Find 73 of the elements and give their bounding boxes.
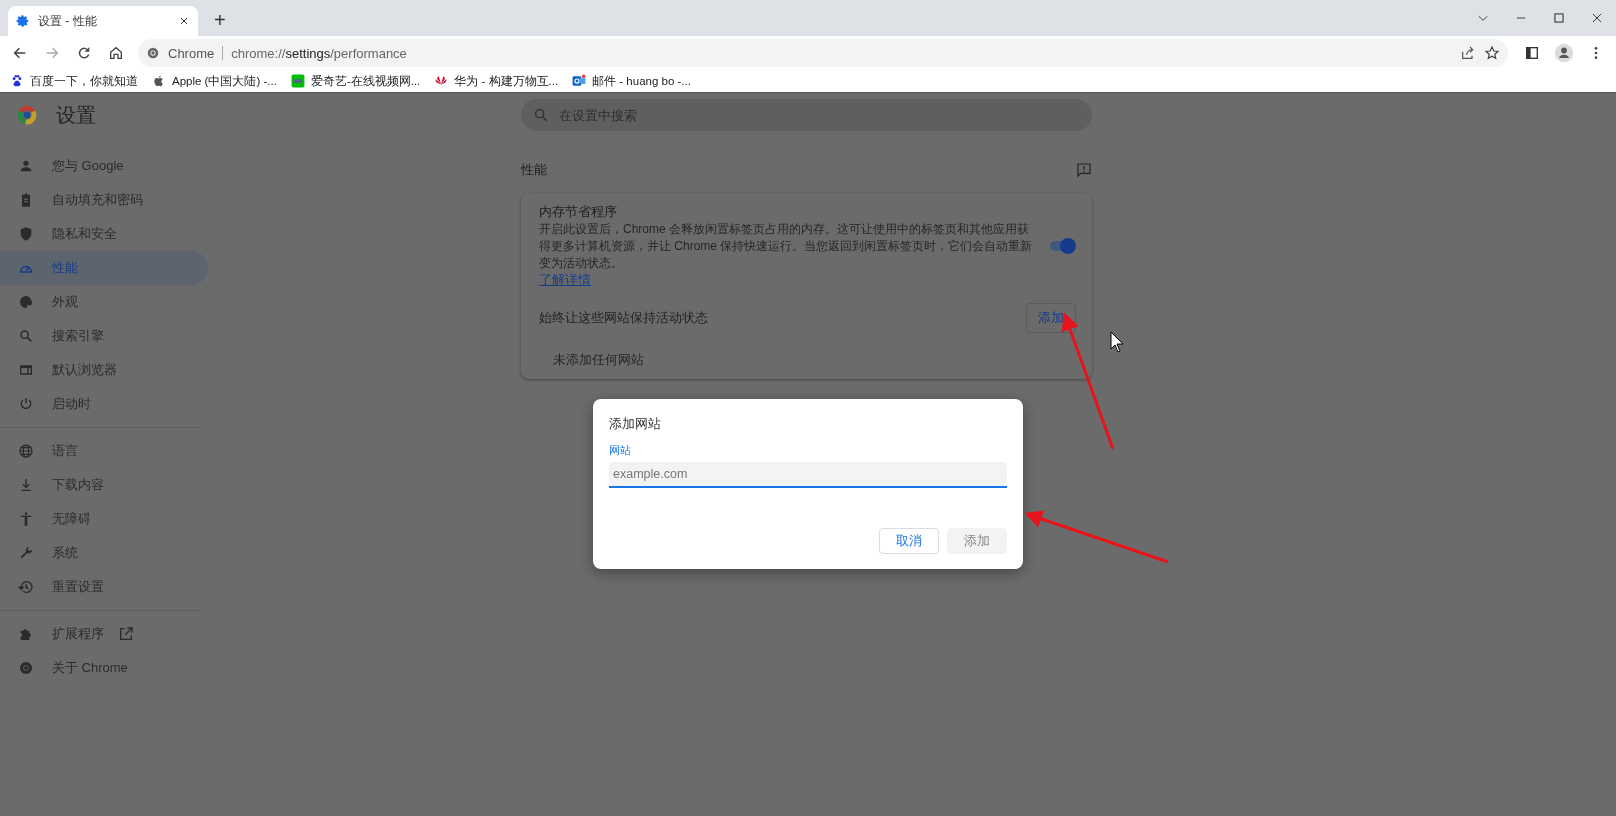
globe-icon	[18, 443, 34, 459]
home-icon	[108, 45, 124, 61]
reload-icon	[76, 45, 92, 61]
empty-list-text: 未添加任何网站	[552, 351, 645, 369]
back-arrow-icon	[12, 45, 28, 61]
sidebar-item[interactable]: 关于 Chrome	[0, 651, 208, 685]
setting-description: 开启此设置后，Chrome 会释放闲置标签页占用的内存。这可让使用中的标签页和其他应用获得更多计算机资源，并让 Chrome 保持快速运行。当您返回到闲置标签页时，它们会自动重新变为活动状态。	[539, 221, 1034, 272]
new-tab-button[interactable]: +	[208, 9, 232, 32]
wrench-icon	[18, 545, 34, 561]
external-link-icon	[118, 626, 134, 642]
url-text: chrome://settings/performance	[231, 45, 407, 61]
sidebar-item[interactable]: 系统	[0, 536, 208, 570]
sidebar-item[interactable]: 下载内容	[0, 468, 208, 502]
palette-icon	[18, 294, 34, 310]
learn-more-link[interactable]: 了解详情	[539, 273, 591, 287]
address-bar[interactable]: Chrome chrome://settings/performance	[138, 39, 1508, 67]
star-icon	[1484, 45, 1500, 61]
sites-label: 始终让这些网站保持活动状态	[539, 309, 708, 327]
bookmark[interactable]: 华为 - 构建万物互...	[434, 73, 559, 89]
toggle-switch[interactable]	[1048, 237, 1076, 255]
browser-window-icon	[18, 362, 34, 378]
iqiyi-logo-icon	[290, 74, 305, 88]
sidebar-item[interactable]: 自动填充和密码	[0, 183, 208, 217]
chrome-logo-icon	[18, 660, 34, 676]
sidebar-item[interactable]: 扩展程序	[0, 617, 208, 651]
sidebar-item[interactable]: 性能	[0, 251, 208, 285]
sidebar-item[interactable]: 隐私和安全	[0, 217, 208, 251]
power-icon	[18, 396, 34, 412]
search-icon	[533, 107, 549, 123]
section-title: 性能	[521, 161, 547, 179]
field-label: 网站	[609, 443, 632, 458]
mail-app-icon	[572, 74, 587, 88]
settings-title: 设置	[56, 102, 96, 128]
forward-arrow-icon	[44, 45, 60, 61]
gear-icon	[16, 14, 30, 28]
download-icon	[18, 477, 34, 493]
paw-icon	[10, 74, 24, 88]
website-input-field[interactable]: example.com	[609, 462, 1007, 488]
share-icon	[1460, 45, 1476, 61]
mouse-cursor-icon	[1110, 331, 1124, 353]
sidebar-item[interactable]: 启动时	[0, 387, 208, 421]
bookmark[interactable]: 邮件 - huang bo -...	[572, 73, 691, 89]
sidebar-item[interactable]: 重置设置	[0, 570, 208, 604]
browser-tab[interactable]: 设置 - 性能	[8, 6, 198, 36]
sidebar-item[interactable]: 您与 Google	[0, 149, 208, 183]
dialog-button[interactable]: 取消	[879, 528, 939, 554]
sidebar-item[interactable]: 默认浏览器	[0, 353, 208, 387]
chrome-logo-icon	[146, 46, 160, 60]
history-icon	[18, 579, 34, 595]
search-icon	[18, 328, 34, 344]
site-label: Chrome	[168, 45, 215, 61]
avatar-icon	[1554, 43, 1574, 63]
setting-title: 内存节省程序	[539, 203, 618, 221]
apple-icon	[152, 74, 166, 88]
puzzle-icon	[18, 626, 34, 642]
close-icon	[178, 15, 190, 27]
chrome-logo-icon	[16, 104, 38, 126]
close-icon	[1590, 11, 1604, 25]
maximize-icon	[1552, 11, 1566, 25]
add-button[interactable]: 添加	[1026, 303, 1076, 333]
side-panel-icon	[1524, 45, 1540, 61]
dialog-title: 添加网站	[609, 415, 662, 433]
shield-icon	[18, 226, 34, 242]
person-icon	[18, 158, 34, 174]
sidebar-item[interactable]: 搜索引擎	[0, 319, 208, 353]
bookmark[interactable]: 百度一下，你就知道	[10, 73, 138, 89]
feedback-icon	[1076, 162, 1092, 178]
bookmark[interactable]: 爱奇艺-在线视频网...	[290, 73, 421, 89]
feedback-button[interactable]	[1076, 162, 1092, 178]
sidebar-item[interactable]: 外观	[0, 285, 208, 319]
sidebar-item[interactable]: 无障碍	[0, 502, 208, 536]
accessibility-icon	[18, 511, 34, 527]
bookmark[interactable]: Apple (中国大陆) -...	[152, 73, 277, 89]
